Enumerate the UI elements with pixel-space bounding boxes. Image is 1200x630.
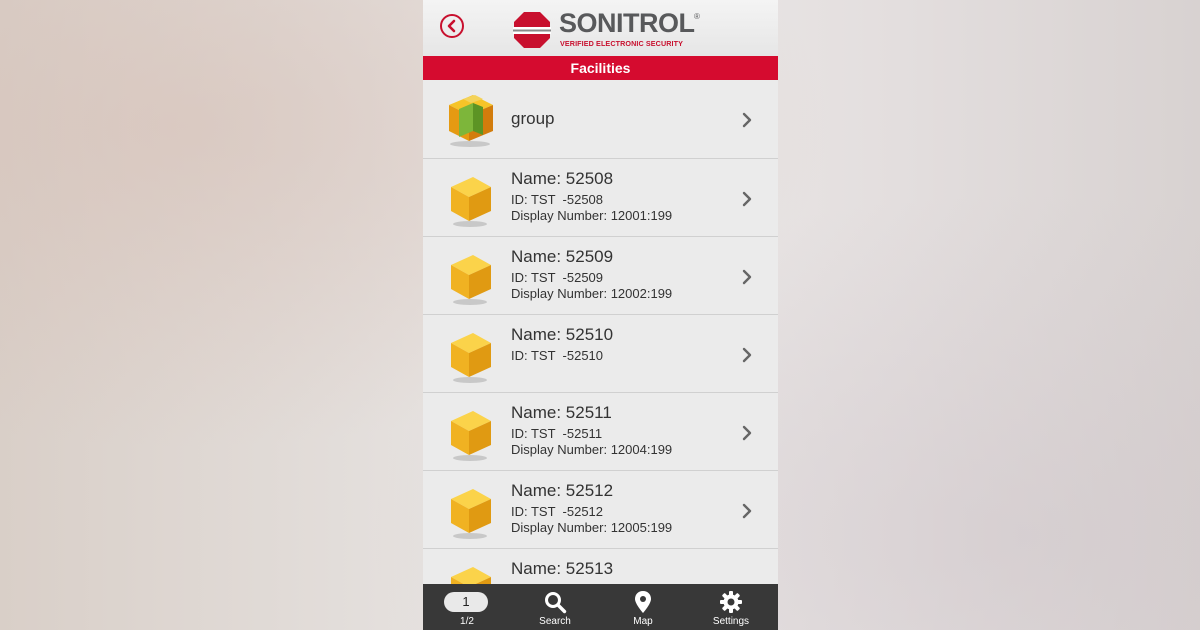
facility-name: Name: 52509 [511, 247, 614, 266]
cube-icon [451, 489, 491, 539]
chevron-right-icon [742, 347, 752, 363]
facility-name: Name: 52511 [511, 403, 612, 422]
tab-map[interactable]: Map [599, 584, 687, 630]
tab-page[interactable]: 1 1/2 [423, 584, 511, 630]
facility-name: Name: 52510 [511, 325, 614, 344]
chevron-right-icon [742, 503, 752, 519]
gear-icon [720, 591, 742, 613]
facility-display-number: Display Number: 12005:199 [511, 520, 673, 535]
sonitrol-logo: SONITROL ® VERIFIED ELECTRONIC SECURITY [513, 8, 703, 51]
logo-wordmark: SONITROL [559, 8, 695, 38]
facility-name: Name: 52512 [511, 481, 614, 500]
facility-text: Name: 52510 ID: TST -52510 [511, 325, 613, 364]
facility-display-number: Display Number: 12002:199 [511, 286, 673, 301]
tab-search[interactable]: Search [511, 584, 599, 630]
tab-settings-label: Settings [712, 616, 750, 627]
facility-display-number: Display Number: 12001:199 [511, 208, 673, 223]
back-button[interactable] [440, 14, 464, 38]
search-icon [545, 592, 567, 614]
list-item-facility[interactable]: Name: 52511 ID: TST -52511 Display Numbe… [423, 393, 778, 471]
facility-text: Name: 52509 ID: TST -52509 Display Numbe… [511, 247, 672, 302]
tab-settings[interactable]: Settings [687, 584, 775, 630]
cube-icon [451, 333, 491, 383]
list-item-facility[interactable]: Name: 52508 ID: TST -52508 Display Numbe… [423, 159, 778, 237]
logo-registered-mark: ® [694, 12, 700, 21]
tab-page-label: 1/2 [460, 616, 474, 627]
facility-display-number: Display Number: 12004:199 [511, 442, 673, 457]
chevron-right-icon [742, 112, 752, 128]
facility-text: Name: 52508 ID: TST -52508 Display Numbe… [511, 169, 672, 224]
logo-emblem-icon [513, 12, 551, 48]
back-arrow-icon [447, 19, 456, 33]
list-item-facility[interactable]: Name: 52510 ID: TST -52510 [423, 315, 778, 393]
facility-text: Name: 52512 ID: TST -52512 Display Numbe… [511, 481, 672, 536]
list-item-facility[interactable]: Name: 52509 ID: TST -52509 Display Numbe… [423, 237, 778, 315]
app-header: SONITROL ® VERIFIED ELECTRONIC SECURITY [423, 0, 778, 56]
list-item-facility[interactable]: Name: 52512 ID: TST -52512 Display Numbe… [423, 471, 778, 549]
group-name: group [511, 109, 555, 128]
facility-name: Name: 52508 [511, 169, 614, 188]
chevron-right-icon [742, 425, 752, 441]
facility-id: ID: TST -52511 [511, 426, 603, 441]
facility-text: Name: 52511 ID: TST -52511 Display Numbe… [511, 403, 672, 458]
bottom-tab-bar: 1 1/2 Search Map Settings [423, 584, 778, 630]
facility-id: ID: TST -52512 [511, 504, 604, 519]
list-item-group[interactable]: group [423, 80, 778, 159]
facility-name: Name: 52513 [511, 559, 614, 578]
cube-icon [451, 255, 491, 305]
facility-id: ID: TST -52510 [511, 348, 604, 363]
cube-icon [451, 177, 491, 227]
facility-id: ID: TST -52508 [511, 192, 604, 207]
chevron-right-icon [742, 269, 752, 285]
facility-list: group Name: 52508 ID: TST -52508 Display… [423, 80, 778, 627]
tab-search-label: Search [539, 616, 571, 627]
group-cube-icon [449, 95, 493, 147]
logo-tagline: VERIFIED ELECTRONIC SECURITY [560, 39, 684, 48]
phone-screen: SONITROL ® VERIFIED ELECTRONIC SECURITY … [423, 0, 778, 630]
map-pin-icon [635, 591, 651, 613]
facility-id: ID: TST -52509 [511, 270, 604, 285]
page-number-pill: 1 [444, 592, 488, 612]
facility-text: Name: 52513 [511, 559, 613, 579]
page-title: Facilities [423, 56, 778, 80]
chevron-right-icon [742, 191, 752, 207]
cube-icon [451, 411, 491, 461]
tab-map-label: Map [633, 616, 653, 627]
